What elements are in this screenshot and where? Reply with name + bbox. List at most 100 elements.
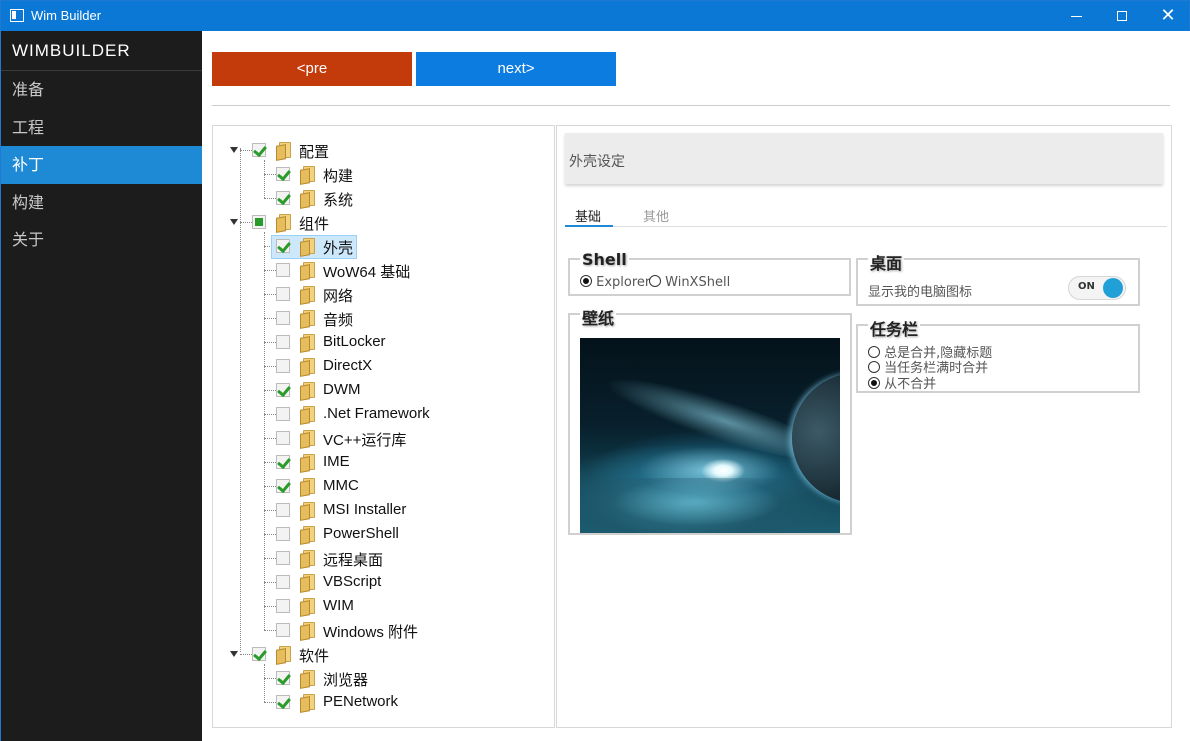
tree-checkbox[interactable] [276, 431, 290, 445]
tree-checkbox[interactable] [276, 599, 290, 613]
tree-checkbox[interactable] [276, 239, 290, 253]
tab-other[interactable]: 其他 [643, 206, 669, 225]
tree-item-network[interactable]: 网络 [213, 283, 543, 307]
wallpaper-group-title: 壁纸 [580, 305, 617, 329]
folder-icon [300, 622, 315, 638]
sidebar-item-about[interactable]: 关于 [1, 221, 202, 259]
radio-never-combine[interactable] [868, 377, 880, 389]
tree-checkbox[interactable] [276, 191, 290, 205]
expand-arrow-icon[interactable] [230, 147, 238, 153]
tree-item-dotnet[interactable]: .Net Framework [213, 403, 543, 427]
tree-item-msi[interactable]: MSI Installer [213, 499, 543, 523]
sidebar-item-prepare[interactable]: 准备 [1, 71, 202, 109]
tree-checkbox[interactable] [252, 647, 266, 661]
shell-group-title: Shell [580, 250, 629, 269]
tree-checkbox[interactable] [276, 575, 290, 589]
pre-button[interactable]: <pre [212, 52, 412, 86]
folder-icon [300, 382, 315, 398]
tree-checkbox[interactable] [276, 407, 290, 421]
tree-checkbox[interactable] [276, 359, 290, 373]
tree-item-ime[interactable]: IME [213, 451, 543, 475]
tree-checkbox[interactable] [276, 623, 290, 637]
tree-connector-line [264, 390, 276, 391]
tree-item-config[interactable]: 配置 [213, 139, 543, 163]
tree-item-powershell[interactable]: PowerShell [213, 523, 543, 547]
tree-item-software[interactable]: 软件 [213, 643, 543, 667]
desktop-group-title: 桌面 [868, 250, 905, 274]
tree-item-vcruntime[interactable]: VC++运行库 [213, 427, 543, 451]
tree-item-rdp[interactable]: 远程桌面 [213, 547, 543, 571]
folder-icon [300, 670, 315, 686]
tree-checkbox[interactable] [276, 503, 290, 517]
folder-icon [300, 238, 315, 254]
tree-item-wim[interactable]: WIM [213, 595, 543, 619]
expand-arrow-icon[interactable] [230, 651, 238, 657]
tree-item-wow64[interactable]: WoW64 基础 [213, 259, 543, 283]
folder-icon [300, 358, 315, 374]
shell-option-explorer[interactable]: Explorer [580, 275, 650, 290]
tree-checkbox[interactable] [276, 551, 290, 565]
settings-panel: 外壳设定 基础 其他 Shell Explorer WinXShell 桌面 显… [556, 125, 1172, 728]
sidebar: WIMBUILDER 准备 工程 补丁 构建 关于 [1, 31, 202, 741]
window-title: Wim Builder [31, 8, 102, 23]
radio-explorer[interactable] [580, 275, 592, 287]
tab-basic[interactable]: 基础 [575, 206, 601, 225]
tree-item-penetwork[interactable]: PENetwork [213, 691, 543, 715]
radio-combine-when-full[interactable] [868, 361, 880, 373]
tree-checkbox[interactable] [276, 527, 290, 541]
show-computer-icon-toggle[interactable]: ON [1068, 276, 1126, 300]
wallpaper-preview-image[interactable] [580, 338, 840, 533]
tree-checkbox[interactable] [276, 671, 290, 685]
tree-item-mmc[interactable]: MMC [213, 475, 543, 499]
tree-item-audio[interactable]: 音频 [213, 307, 543, 331]
patch-tree[interactable]: 配置 构建 系统 组件外壳 WoW64 基础网络音频 BitLocker DirectX DW… [212, 125, 555, 728]
tree-checkbox[interactable] [276, 167, 290, 181]
tree-checkbox[interactable] [276, 695, 290, 709]
tree-item-label: 外壳 [323, 240, 354, 257]
minimize-icon [1071, 16, 1082, 17]
app-window: Wim Builder ✕ WIMBUILDER 准备 工程 补丁 构建 关于 … [0, 0, 1190, 741]
tree-connector-line [264, 366, 276, 367]
tree-checkbox[interactable] [276, 263, 290, 277]
next-button[interactable]: next> [416, 52, 616, 86]
tree-checkbox[interactable] [276, 383, 290, 397]
tree-item-directx[interactable]: DirectX [213, 355, 543, 379]
toggle-state-label: ON [1078, 281, 1095, 292]
tree-checkbox[interactable] [276, 335, 290, 349]
tree-checkbox[interactable] [276, 455, 290, 469]
tree-item-accessories[interactable]: Windows 附件 [213, 619, 543, 643]
tree-item-system[interactable]: 系统 [213, 187, 543, 211]
minimize-button[interactable] [1053, 1, 1099, 31]
tree-checkbox[interactable] [252, 215, 266, 229]
shell-option-winxshell[interactable]: WinXShell [649, 275, 730, 290]
title-bar[interactable]: Wim Builder ✕ [1, 1, 1189, 31]
tree-item-label: 网络 [323, 288, 354, 305]
folder-icon [300, 478, 315, 494]
sidebar-item-build[interactable]: 构建 [1, 184, 202, 222]
folder-icon [300, 550, 315, 566]
sidebar-item-project[interactable]: 工程 [1, 109, 202, 147]
maximize-button[interactable] [1099, 1, 1145, 31]
tree-item-build[interactable]: 构建 [213, 163, 543, 187]
folder-icon [300, 190, 315, 206]
tree-item-bitlocker[interactable]: BitLocker [213, 331, 543, 355]
tree-item-vbscript[interactable]: VBScript [213, 571, 543, 595]
sidebar-brand: WIMBUILDER [1, 31, 202, 71]
tree-connector-line [240, 150, 252, 151]
close-button[interactable]: ✕ [1145, 1, 1190, 31]
tree-item-dwm[interactable]: DWM [213, 379, 543, 403]
tree-checkbox[interactable] [276, 479, 290, 493]
tree-item-label: MMC [323, 477, 359, 494]
sidebar-item-patch[interactable]: 补丁 [1, 146, 202, 184]
folder-icon [300, 598, 315, 614]
taskbar-option-never-combine[interactable]: 从不合并 [868, 373, 936, 392]
radio-winxshell[interactable] [649, 275, 661, 287]
expand-arrow-icon[interactable] [230, 219, 238, 225]
tree-checkbox[interactable] [252, 143, 266, 157]
folder-icon [300, 406, 315, 422]
tree-item-shell[interactable]: 外壳 [213, 235, 543, 259]
tree-item-browser[interactable]: 浏览器 [213, 667, 543, 691]
tree-checkbox[interactable] [276, 311, 290, 325]
tree-item-components[interactable]: 组件 [213, 211, 543, 235]
tree-checkbox[interactable] [276, 287, 290, 301]
